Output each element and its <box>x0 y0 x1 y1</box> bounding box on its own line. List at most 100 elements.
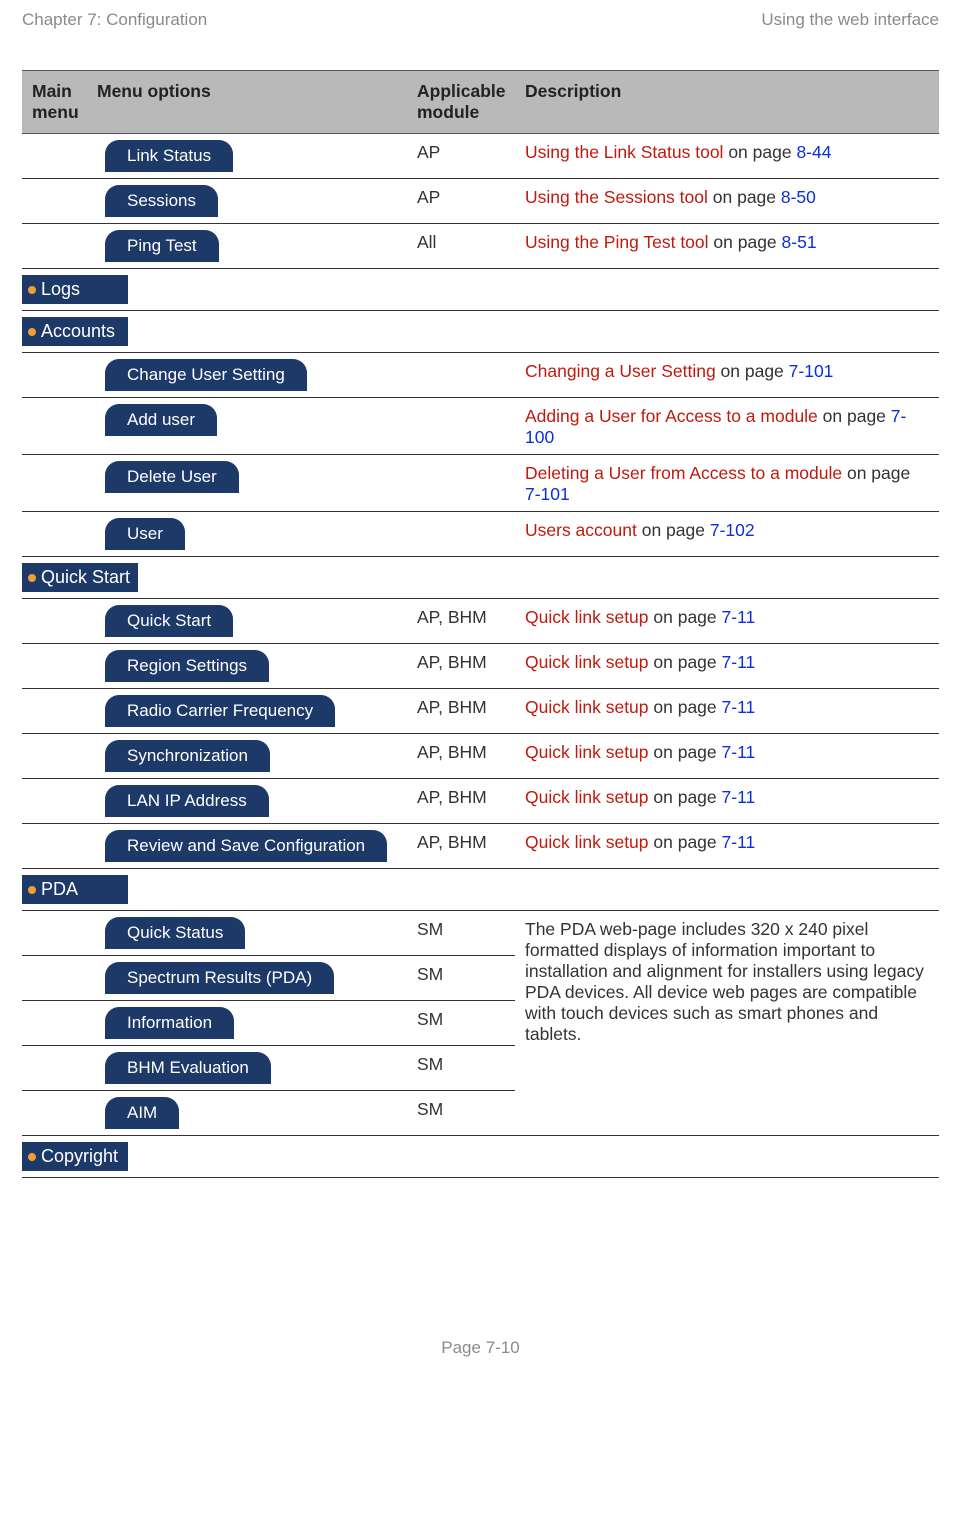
page-ref[interactable]: 7-101 <box>525 484 570 504</box>
link-text[interactable]: Changing a User Setting <box>525 361 716 381</box>
table-row: User Users account on page 7-102 <box>22 512 939 557</box>
page-ref[interactable]: 7-11 <box>722 697 756 717</box>
suffix-text: on page <box>818 406 891 426</box>
menu-pill-region-settings[interactable]: Region Settings <box>105 650 269 682</box>
section-label: Accounts <box>41 321 115 341</box>
link-text[interactable]: Quick link setup <box>525 832 649 852</box>
desc-cell: Using the Sessions tool on page 8-50 <box>515 179 939 224</box>
menu-pill-bhm-evaluation[interactable]: BHM Evaluation <box>105 1052 271 1084</box>
menu-table: Main menu Menu options Applicable module… <box>22 70 939 1178</box>
suffix-text: on page <box>649 697 722 717</box>
table-row: Sessions AP Using the Sessions tool on p… <box>22 179 939 224</box>
suffix-text: on page <box>649 832 722 852</box>
table-row: Quick Status SM The PDA web-page include… <box>22 911 939 956</box>
module-cell: SM <box>407 956 515 1001</box>
link-text[interactable]: Users account <box>525 520 637 540</box>
section-pill-copyright[interactable]: Copyright <box>22 1142 128 1171</box>
module-cell: SM <box>407 911 515 956</box>
page-footer: Page 7-10 <box>0 1178 961 1376</box>
suffix-text: on page <box>637 520 710 540</box>
menu-pill-user[interactable]: User <box>105 518 185 550</box>
header-right: Using the web interface <box>761 10 939 30</box>
menu-pill-lan-ip[interactable]: LAN IP Address <box>105 785 269 817</box>
bullet-icon <box>28 286 36 294</box>
th-main: Main menu <box>22 71 87 134</box>
desc-cell: Quick link setup on page 7-11 <box>515 689 939 734</box>
menu-pill-aim[interactable]: AIM <box>105 1097 179 1129</box>
section-label: PDA <box>41 879 78 899</box>
section-pill-quick-start[interactable]: Quick Start <box>22 563 138 592</box>
page-ref[interactable]: 7-11 <box>722 787 756 807</box>
suffix-text: on page <box>649 742 722 762</box>
link-text[interactable]: Quick link setup <box>525 607 649 627</box>
menu-pill-change-user[interactable]: Change User Setting <box>105 359 307 391</box>
table-row: Region Settings AP, BHM Quick link setup… <box>22 644 939 689</box>
suffix-text: on page <box>649 652 722 672</box>
link-text[interactable]: Using the Link Status tool <box>525 142 723 162</box>
module-cell: AP, BHM <box>407 824 515 869</box>
desc-cell: Using the Ping Test tool on page 8-51 <box>515 224 939 269</box>
menu-pill-ping-test[interactable]: Ping Test <box>105 230 219 262</box>
module-cell: SM <box>407 1001 515 1046</box>
module-cell <box>407 455 515 512</box>
page-ref[interactable]: 7-11 <box>722 607 756 627</box>
section-pill-accounts[interactable]: Accounts <box>22 317 128 346</box>
module-cell: AP, BHM <box>407 644 515 689</box>
menu-pill-review-save[interactable]: Review and Save Configuration <box>105 830 387 862</box>
menu-pill-add-user[interactable]: Add user <box>105 404 217 436</box>
bullet-icon <box>28 886 36 894</box>
module-cell: AP, BHM <box>407 734 515 779</box>
page-ref[interactable]: 7-11 <box>722 652 756 672</box>
desc-cell: Quick link setup on page 7-11 <box>515 779 939 824</box>
menu-pill-radio-carrier[interactable]: Radio Carrier Frequency <box>105 695 335 727</box>
module-cell: AP, BHM <box>407 689 515 734</box>
link-text[interactable]: Quick link setup <box>525 787 649 807</box>
link-text[interactable]: Quick link setup <box>525 697 649 717</box>
th-menu: Menu options <box>87 71 407 134</box>
page-ref[interactable]: 7-102 <box>710 520 755 540</box>
section-label: Quick Start <box>41 567 130 587</box>
desc-cell: Adding a User for Access to a module on … <box>515 398 939 455</box>
menu-pill-spectrum-results[interactable]: Spectrum Results (PDA) <box>105 962 334 994</box>
table-row: Ping Test All Using the Ping Test tool o… <box>22 224 939 269</box>
menu-pill-link-status[interactable]: Link Status <box>105 140 233 172</box>
page-header: Chapter 7: Configuration Using the web i… <box>0 0 961 70</box>
page-ref[interactable]: 7-101 <box>789 361 834 381</box>
link-text[interactable]: Quick link setup <box>525 652 649 672</box>
module-cell: AP <box>407 134 515 179</box>
section-pill-logs[interactable]: Logs <box>22 275 128 304</box>
page-ref[interactable]: 8-50 <box>781 187 816 207</box>
module-cell: All <box>407 224 515 269</box>
suffix-text: on page <box>716 361 789 381</box>
page-ref[interactable]: 8-44 <box>796 142 831 162</box>
link-text[interactable]: Deleting a User from Access to a module <box>525 463 842 483</box>
table-row: Add user Adding a User for Access to a m… <box>22 398 939 455</box>
suffix-text: on page <box>708 187 781 207</box>
bullet-icon <box>28 328 36 336</box>
menu-pill-quick-status[interactable]: Quick Status <box>105 917 245 949</box>
page-ref[interactable]: 7-11 <box>722 742 756 762</box>
module-cell: SM <box>407 1046 515 1091</box>
link-text[interactable]: Using the Ping Test tool <box>525 232 709 252</box>
menu-pill-sessions[interactable]: Sessions <box>105 185 218 217</box>
link-text[interactable]: Quick link setup <box>525 742 649 762</box>
suffix-text: on page <box>649 607 722 627</box>
suffix-text: on page <box>649 787 722 807</box>
page-ref[interactable]: 8-51 <box>782 232 817 252</box>
desc-cell: Changing a User Setting on page 7-101 <box>515 353 939 398</box>
section-row-logs: Logs <box>22 269 939 311</box>
page-ref[interactable]: 7-11 <box>722 832 756 852</box>
suffix-text: on page <box>709 232 782 252</box>
module-cell: AP, BHM <box>407 599 515 644</box>
menu-pill-quick-start[interactable]: Quick Start <box>105 605 233 637</box>
suffix-text: on page <box>723 142 796 162</box>
table-row: Change User Setting Changing a User Sett… <box>22 353 939 398</box>
link-text[interactable]: Adding a User for Access to a module <box>525 406 818 426</box>
module-cell: AP <box>407 179 515 224</box>
section-pill-pda[interactable]: PDA <box>22 875 128 904</box>
desc-cell: Quick link setup on page 7-11 <box>515 644 939 689</box>
menu-pill-information[interactable]: Information <box>105 1007 234 1039</box>
menu-pill-synchronization[interactable]: Synchronization <box>105 740 270 772</box>
link-text[interactable]: Using the Sessions tool <box>525 187 708 207</box>
menu-pill-delete-user[interactable]: Delete User <box>105 461 239 493</box>
